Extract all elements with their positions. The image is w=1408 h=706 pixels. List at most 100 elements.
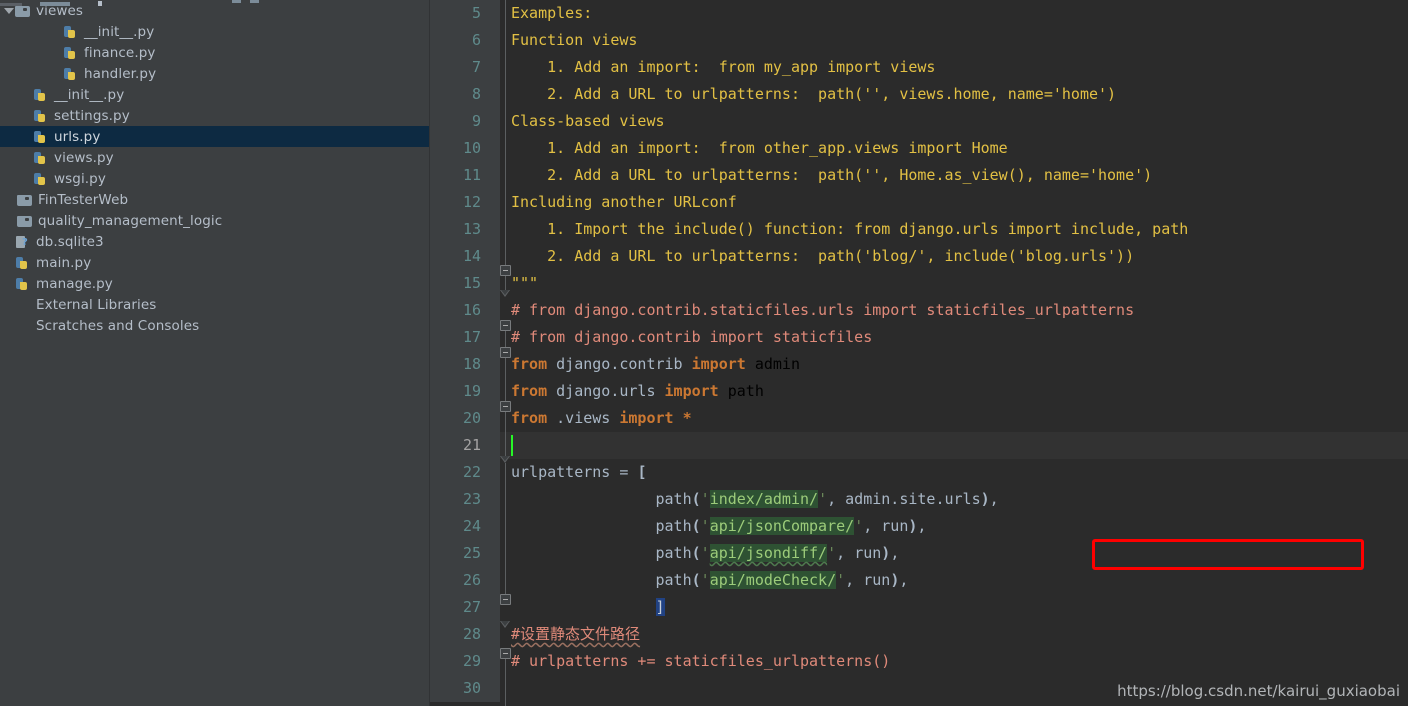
- code-line-22[interactable]: 22 urlpatterns = [: [429, 459, 1408, 486]
- code-line-5[interactable]: 5 Examples:: [429, 0, 1408, 27]
- line-number-9[interactable]: 9: [429, 108, 500, 135]
- code-line-15[interactable]: 15 """: [429, 270, 1408, 297]
- tree-item-label: quality_management_logic: [38, 212, 223, 229]
- code-text[interactable]: Including another URLconf: [500, 189, 1408, 216]
- code-text[interactable]: [500, 432, 1408, 459]
- tree-item-finance-py[interactable]: finance.py: [0, 42, 429, 63]
- line-number-17[interactable]: 17: [429, 324, 500, 351]
- code-line-6[interactable]: 6 Function views: [429, 27, 1408, 54]
- code-line-12[interactable]: 12 Including another URLconf: [429, 189, 1408, 216]
- code-text[interactable]: path('api/modeCheck/', run),: [500, 567, 1408, 594]
- code-text[interactable]: from django.urls import path: [500, 378, 1408, 405]
- line-number-14[interactable]: 14: [429, 243, 500, 270]
- code-line-29[interactable]: 29 # urlpatterns += staticfiles_urlpatter…: [429, 648, 1408, 675]
- line-number-23[interactable]: 23: [429, 486, 500, 513]
- code-text[interactable]: Function views: [500, 27, 1408, 54]
- line-number-10[interactable]: 10: [429, 135, 500, 162]
- code-line-23[interactable]: 23 path('index/admin/', admin.site.urls)…: [429, 486, 1408, 513]
- line-number-25[interactable]: 25: [429, 540, 500, 567]
- code-text[interactable]: path('api/jsondiff/', run),: [500, 540, 1408, 567]
- line-number-12[interactable]: 12: [429, 189, 500, 216]
- code-text[interactable]: Examples:: [500, 0, 1408, 27]
- line-number-6[interactable]: 6: [429, 27, 500, 54]
- tree-item-settings-py[interactable]: settings.py: [0, 105, 429, 126]
- tree-item-db-sqlite3[interactable]: db.sqlite3: [0, 231, 429, 252]
- code-line-25[interactable]: 25 path('api/jsondiff/', run),: [429, 540, 1408, 567]
- line-number-30[interactable]: 30: [429, 675, 500, 702]
- code-text[interactable]: # from django.contrib import staticfiles: [500, 324, 1408, 351]
- tree-item-views-py[interactable]: views.py: [0, 147, 429, 168]
- line-number-15[interactable]: 15: [429, 270, 500, 297]
- chevron-down-icon[interactable]: [2, 4, 15, 17]
- code-line-21[interactable]: 21: [429, 432, 1408, 459]
- tree-item-external-libraries[interactable]: External Libraries: [0, 294, 429, 315]
- tree-item--init-py[interactable]: __init__.py: [0, 21, 429, 42]
- tree-item-quality-management-logic[interactable]: quality_management_logic: [0, 210, 429, 231]
- tree-item-handler-py[interactable]: handler.py: [0, 63, 429, 84]
- code-text[interactable]: """: [500, 270, 1408, 297]
- tree-item-label: finance.py: [84, 44, 156, 61]
- code-line-10[interactable]: 10 1. Add an import: from other_app.view…: [429, 135, 1408, 162]
- line-number-8[interactable]: 8: [429, 81, 500, 108]
- code-text[interactable]: from django.contrib import admin: [500, 351, 1408, 378]
- code-line-26[interactable]: 26 path('api/modeCheck/', run),: [429, 567, 1408, 594]
- code-text[interactable]: Class-based views: [500, 108, 1408, 135]
- code-line-8[interactable]: 8 2. Add a URL to urlpatterns: path('', …: [429, 81, 1408, 108]
- code-text[interactable]: path('index/admin/', admin.site.urls),: [500, 486, 1408, 513]
- tree-item--init-py[interactable]: __init__.py: [0, 84, 429, 105]
- tree-item-main-py[interactable]: main.py: [0, 252, 429, 273]
- code-text[interactable]: # urlpatterns += staticfiles_urlpatterns…: [500, 648, 1408, 675]
- code-lines[interactable]: 5 Examples: 6 Function views 7 1. Add an imp…: [429, 0, 1408, 702]
- code-text[interactable]: 1. Add an import: from my_app import vie…: [500, 54, 1408, 81]
- code-line-9[interactable]: 9 Class-based views: [429, 108, 1408, 135]
- code-line-13[interactable]: 13 1. Import the include() function: fro…: [429, 216, 1408, 243]
- code-line-7[interactable]: 7 1. Add an import: from my_app import v…: [429, 54, 1408, 81]
- tree-item-fintesterweb[interactable]: FinTesterWeb: [0, 189, 429, 210]
- tree-item-manage-py[interactable]: manage.py: [0, 273, 429, 294]
- tree-item-urls-py[interactable]: urls.py: [0, 126, 429, 147]
- line-number-7[interactable]: 7: [429, 54, 500, 81]
- code-text[interactable]: 1. Import the include() function: from d…: [500, 216, 1408, 243]
- code-line-28[interactable]: 28 #设置静态文件路径: [429, 621, 1408, 648]
- line-number-21[interactable]: 21: [429, 432, 500, 459]
- code-line-17[interactable]: 17 # from django.contrib import staticfil…: [429, 324, 1408, 351]
- line-number-13[interactable]: 13: [429, 216, 500, 243]
- line-number-29[interactable]: 29: [429, 648, 500, 675]
- code-editor[interactable]: 5 Examples: 6 Function views 7 1. Add an imp…: [429, 0, 1408, 706]
- code-line-19[interactable]: 19 from django.urls import path: [429, 378, 1408, 405]
- line-number-28[interactable]: 28: [429, 621, 500, 648]
- code-line-11[interactable]: 11 2. Add a URL to urlpatterns: path('',…: [429, 162, 1408, 189]
- tree-item-wsgi-py[interactable]: wsgi.py: [0, 168, 429, 189]
- tree-list[interactable]: viewes __init__.py finance.py handler.py __i…: [0, 0, 429, 336]
- code-line-24[interactable]: 24 path('api/jsonCompare/', run),: [429, 513, 1408, 540]
- code-text[interactable]: 2. Add a URL to urlpatterns: path('', Ho…: [500, 162, 1408, 189]
- python-file-icon: [33, 151, 49, 165]
- code-line-20[interactable]: 20 from .views import *: [429, 405, 1408, 432]
- line-number-5[interactable]: 5: [429, 0, 500, 27]
- project-tree-sidebar[interactable]: viewes __init__.py finance.py handler.py __i…: [0, 0, 429, 706]
- line-number-27[interactable]: 27: [429, 594, 500, 621]
- code-line-27[interactable]: 27 ]: [429, 594, 1408, 621]
- code-text[interactable]: 2. Add a URL to urlpatterns: path('blog/…: [500, 243, 1408, 270]
- line-number-20[interactable]: 20: [429, 405, 500, 432]
- code-text[interactable]: urlpatterns = [: [500, 459, 1408, 486]
- line-number-18[interactable]: 18: [429, 351, 500, 378]
- code-text[interactable]: 2. Add a URL to urlpatterns: path('', vi…: [500, 81, 1408, 108]
- code-line-16[interactable]: 16 # from django.contrib.staticfiles.urls…: [429, 297, 1408, 324]
- line-number-11[interactable]: 11: [429, 162, 500, 189]
- code-text[interactable]: #设置静态文件路径: [500, 621, 1408, 648]
- code-text[interactable]: from .views import *: [500, 405, 1408, 432]
- code-text[interactable]: path('api/jsonCompare/', run),: [500, 513, 1408, 540]
- code-text[interactable]: # from django.contrib.staticfiles.urls i…: [500, 297, 1408, 324]
- line-number-22[interactable]: 22: [429, 459, 500, 486]
- code-line-14[interactable]: 14 2. Add a URL to urlpatterns: path('bl…: [429, 243, 1408, 270]
- python-file-icon: [33, 130, 49, 144]
- line-number-26[interactable]: 26: [429, 567, 500, 594]
- code-text[interactable]: 1. Add an import: from other_app.views i…: [500, 135, 1408, 162]
- code-line-18[interactable]: 18 from django.contrib import admin: [429, 351, 1408, 378]
- code-text[interactable]: ]: [500, 594, 1408, 621]
- line-number-19[interactable]: 19: [429, 378, 500, 405]
- tree-item-scratches-and-consoles[interactable]: Scratches and Consoles: [0, 315, 429, 336]
- line-number-24[interactable]: 24: [429, 513, 500, 540]
- line-number-16[interactable]: 16: [429, 297, 500, 324]
